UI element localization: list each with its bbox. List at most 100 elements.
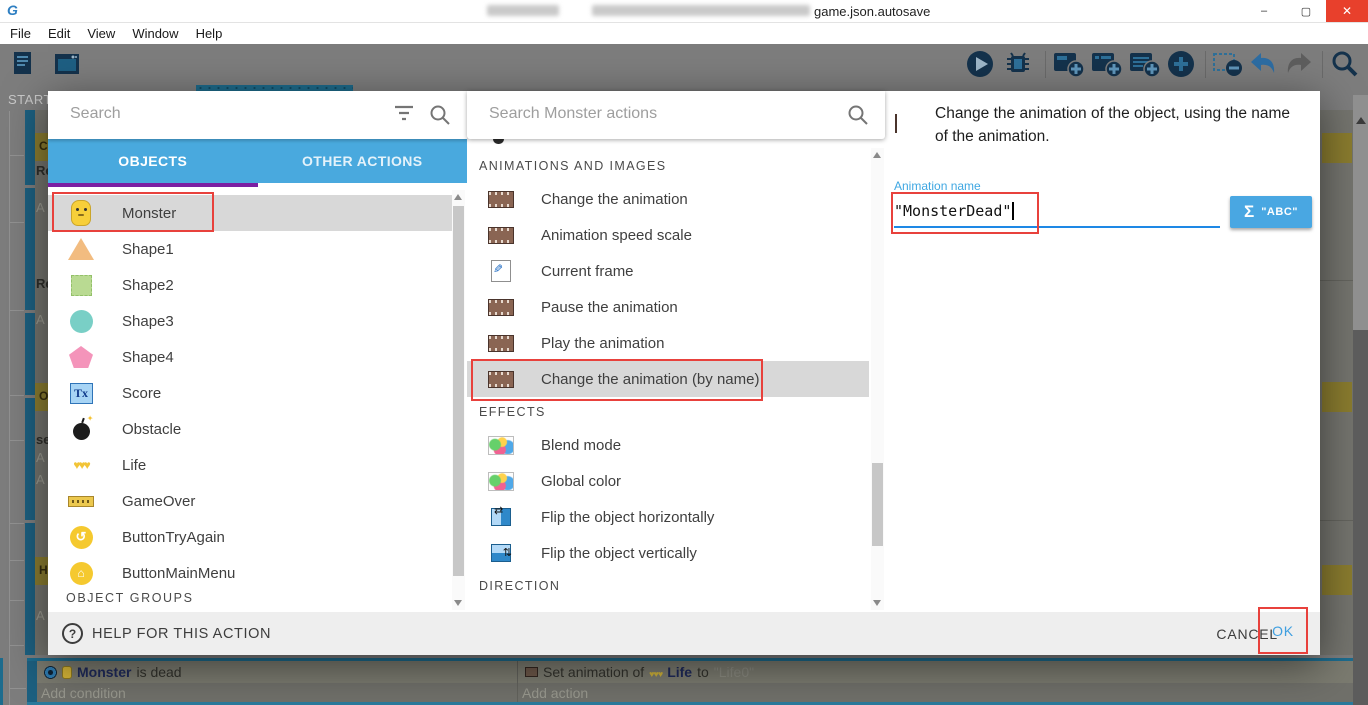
expression-editor-button[interactable]: Σ "ABC" — [1230, 196, 1312, 228]
fliph-icon — [487, 508, 515, 526]
help-link[interactable]: HELP FOR THIS ACTION — [92, 626, 271, 642]
object-list-item-gameover[interactable]: GameOver — [48, 483, 452, 519]
actions-panel: ANIMATIONS AND IMAGESChange the animatio… — [467, 91, 885, 612]
maximize-button[interactable]: ▢ — [1286, 0, 1326, 22]
background-event-fragment: A — [36, 472, 45, 487]
debug-icon[interactable] — [1003, 49, 1033, 84]
action-list-item[interactable]: Change the animation — [467, 181, 869, 217]
search-icon[interactable] — [847, 104, 869, 131]
action-list-item[interactable]: Global color — [467, 463, 869, 499]
gdevelop-logo-icon: G — [7, 2, 18, 18]
action-list-item[interactable]: Play the animation — [467, 325, 869, 361]
menu-window[interactable]: Window — [132, 26, 178, 41]
action-label: Change the animation — [541, 191, 688, 208]
monster-icon — [66, 200, 96, 226]
hearts-icon — [649, 664, 662, 680]
add-subevent-icon[interactable] — [1090, 49, 1124, 84]
action-list-item[interactable]: Animation speed scale — [467, 217, 869, 253]
object-list-item-shape3[interactable]: Shape3 — [48, 303, 452, 339]
scroll-down-arrow-icon[interactable] — [454, 600, 462, 606]
actions-scrollbar[interactable] — [871, 148, 884, 610]
menu-view[interactable]: View — [87, 26, 115, 41]
menu-help[interactable]: Help — [196, 26, 223, 41]
add-condition-link[interactable]: Add condition — [37, 683, 517, 702]
scroll-up-arrow-icon[interactable] — [873, 152, 881, 158]
object-list-item-buttonmainmenu[interactable]: ButtonMainMenu — [48, 555, 452, 591]
tab-objects[interactable]: OBJECTS — [48, 139, 258, 183]
action-list-item[interactable]: Flip the object vertically — [467, 535, 869, 571]
search-icon[interactable] — [429, 104, 451, 131]
triangle-icon — [66, 238, 96, 260]
action-list-item[interactable]: Blend mode — [467, 427, 869, 463]
add-event-icon[interactable] — [1052, 49, 1086, 84]
undo-icon[interactable] — [1248, 49, 1278, 84]
action-list-item[interactable]: Change the animation (by name) — [467, 361, 869, 397]
action-label: Pause the animation — [541, 299, 678, 316]
objects-panel: OBJECTS OTHER ACTIONS MonsterShape1 Shape… — [48, 91, 467, 612]
scroll-up-arrow-icon[interactable] — [454, 194, 462, 200]
scroll-up-arrow-icon[interactable] — [1356, 117, 1366, 124]
add-action-link[interactable]: Add action — [518, 683, 1368, 702]
dialog-footer: ? HELP FOR THIS ACTION CANCEL OK — [48, 612, 1320, 655]
object-list-item-shape4[interactable]: Shape4 — [48, 339, 452, 375]
action-list-item[interactable]: Current frame — [467, 253, 869, 289]
events-sheet-start-label: START — [8, 92, 52, 107]
gear-icon — [44, 666, 57, 679]
event-actions-cell[interactable]: Set animation of Life to "Life0" Add act… — [517, 661, 1368, 702]
window-title: game.json.autosave — [814, 4, 930, 19]
objects-scrollbar[interactable] — [452, 190, 465, 610]
object-list-item-life[interactable]: Life — [48, 447, 452, 483]
film-icon — [895, 115, 897, 133]
scrollbar-thumb[interactable] — [872, 463, 883, 546]
delete-event-icon[interactable] — [1212, 49, 1244, 84]
toolbar-separator — [1322, 51, 1323, 78]
background-event-fragment: C — [35, 133, 48, 161]
menu-edit[interactable]: Edit — [48, 26, 70, 41]
condition-object-name: Monster — [77, 664, 131, 680]
object-list-item-buttontryagain[interactable]: ButtonTryAgain — [48, 519, 452, 555]
toolbar-separator — [1205, 51, 1206, 78]
action-label: Play the animation — [541, 335, 664, 352]
object-label: Life — [122, 457, 146, 474]
object-list-item-monster[interactable]: Monster — [48, 195, 452, 231]
object-list-item-shape1[interactable]: Shape1 — [48, 231, 452, 267]
ok-button[interactable]: OK — [1272, 623, 1294, 639]
close-button[interactable]: ✕ — [1326, 0, 1368, 22]
events-scrollbar[interactable] — [1353, 95, 1368, 705]
object-label: Shape2 — [122, 277, 174, 294]
animation-name-input[interactable]: "MonsterDead" — [894, 196, 1220, 228]
menu-file[interactable]: File — [10, 26, 31, 41]
add-comment-icon[interactable] — [1128, 49, 1162, 84]
actions-search-input[interactable] — [487, 104, 791, 124]
background-event-row: Monster is dead Add condition Set animat… — [0, 655, 1368, 705]
scroll-down-arrow-icon[interactable] — [873, 600, 881, 606]
object-list-item-obstacle[interactable]: Obstacle — [48, 411, 452, 447]
monster-icon — [62, 666, 72, 679]
add-other-icon[interactable] — [1166, 49, 1196, 84]
background-event-fragment: O — [35, 383, 48, 411]
tab-other-actions[interactable]: OTHER ACTIONS — [258, 139, 468, 183]
image-icon — [487, 436, 515, 455]
text-cursor — [1012, 202, 1014, 220]
film-icon — [487, 371, 515, 388]
scene-editor-icon[interactable] — [52, 49, 82, 84]
event-conditions-cell[interactable]: Monster is dead Add condition — [37, 661, 517, 702]
event-indent-bar — [27, 661, 37, 702]
filter-icon[interactable] — [393, 105, 415, 126]
scrollbar-thumb[interactable] — [453, 206, 464, 576]
objects-search-input[interactable] — [68, 104, 372, 124]
banner-icon — [66, 496, 96, 507]
action-list-item[interactable]: Pause the animation — [467, 289, 869, 325]
action-editor-dialog: OBJECTS OTHER ACTIONS MonsterShape1 Shape… — [48, 91, 1320, 655]
action-list-item[interactable]: Flip the object horizontally — [467, 499, 869, 535]
preview-play-icon[interactable] — [965, 49, 995, 84]
scrollbar-thumb[interactable] — [1353, 330, 1368, 705]
minimize-button[interactable]: – — [1244, 0, 1284, 22]
help-icon[interactable]: ? — [62, 623, 83, 644]
score-icon — [66, 383, 96, 404]
object-list-item-score[interactable]: Score — [48, 375, 452, 411]
search-icon[interactable] — [1330, 49, 1360, 84]
object-list-item-shape2[interactable]: Shape2 — [48, 267, 452, 303]
redo-icon[interactable] — [1284, 49, 1314, 84]
project-manager-icon[interactable] — [10, 49, 40, 84]
